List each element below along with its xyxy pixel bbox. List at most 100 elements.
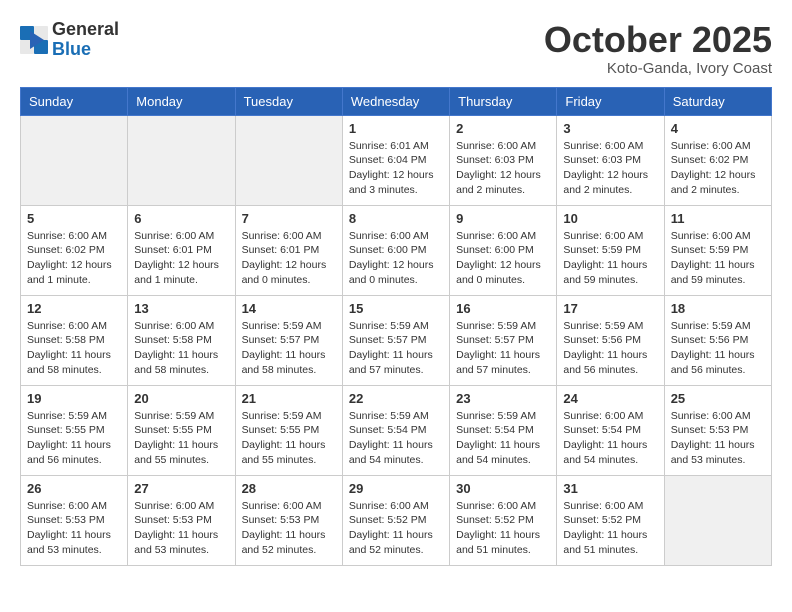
day-number: 28 xyxy=(242,481,336,496)
calendar-cell: 3 Sunrise: 6:00 AM Sunset: 6:03 PM Daylig… xyxy=(557,115,664,205)
month-title: October 2025 xyxy=(544,20,772,60)
calendar-cell: 22 Sunrise: 5:59 AM Sunset: 5:54 PM Dayli… xyxy=(342,385,449,475)
day-info: Sunrise: 6:00 AM Sunset: 5:58 PM Dayligh… xyxy=(27,319,121,378)
calendar-week-1: 1 Sunrise: 6:01 AM Sunset: 6:04 PM Daylig… xyxy=(21,115,772,205)
calendar-cell: 31 Sunrise: 6:00 AM Sunset: 5:52 PM Dayli… xyxy=(557,475,664,565)
calendar-cell xyxy=(21,115,128,205)
calendar-cell: 10 Sunrise: 6:00 AM Sunset: 5:59 PM Dayli… xyxy=(557,205,664,295)
calendar-cell: 29 Sunrise: 6:00 AM Sunset: 5:52 PM Dayli… xyxy=(342,475,449,565)
day-number: 12 xyxy=(27,301,121,316)
day-info: Sunrise: 6:00 AM Sunset: 6:00 PM Dayligh… xyxy=(349,229,443,288)
title-block: October 2025 Koto-Ganda, Ivory Coast xyxy=(544,20,772,77)
calendar-week-2: 5 Sunrise: 6:00 AM Sunset: 6:02 PM Daylig… xyxy=(21,205,772,295)
calendar-cell: 23 Sunrise: 5:59 AM Sunset: 5:54 PM Dayli… xyxy=(450,385,557,475)
day-info: Sunrise: 6:00 AM Sunset: 5:53 PM Dayligh… xyxy=(134,499,228,558)
calendar-cell: 20Sunrise: 5:59 AM Sunset: 5:55 PM Dayli… xyxy=(128,385,235,475)
day-info: Sunrise: 6:00 AM Sunset: 5:52 PM Dayligh… xyxy=(349,499,443,558)
weekday-header-tuesday: Tuesday xyxy=(235,87,342,115)
calendar-cell: 13Sunrise: 6:00 AM Sunset: 5:58 PM Dayli… xyxy=(128,295,235,385)
calendar-cell: 5 Sunrise: 6:00 AM Sunset: 6:02 PM Daylig… xyxy=(21,205,128,295)
day-info: Sunrise: 5:59 AM Sunset: 5:55 PM Dayligh… xyxy=(27,409,121,468)
calendar-cell: 11Sunrise: 6:00 AM Sunset: 5:59 PM Dayli… xyxy=(664,205,771,295)
day-number: 4 xyxy=(671,121,765,136)
day-info: Sunrise: 6:00 AM Sunset: 5:52 PM Dayligh… xyxy=(456,499,550,558)
day-info: Sunrise: 6:00 AM Sunset: 6:02 PM Dayligh… xyxy=(27,229,121,288)
calendar-cell: 6 Sunrise: 6:00 AM Sunset: 6:01 PM Daylig… xyxy=(128,205,235,295)
day-number: 27 xyxy=(134,481,228,496)
day-info: Sunrise: 6:01 AM Sunset: 6:04 PM Dayligh… xyxy=(349,139,443,198)
weekday-header-saturday: Saturday xyxy=(664,87,771,115)
calendar-cell xyxy=(664,475,771,565)
day-number: 30 xyxy=(456,481,550,496)
calendar-week-5: 26 Sunrise: 6:00 AM Sunset: 5:53 PM Dayli… xyxy=(21,475,772,565)
day-info: Sunrise: 5:59 AM Sunset: 5:57 PM Dayligh… xyxy=(242,319,336,378)
day-number: 8 xyxy=(349,211,443,226)
weekday-header-friday: Friday xyxy=(557,87,664,115)
day-number: 25 xyxy=(671,391,765,406)
day-info: Sunrise: 6:00 AM Sunset: 5:53 PM Dayligh… xyxy=(27,499,121,558)
calendar-cell: 25Sunrise: 6:00 AM Sunset: 5:53 PM Dayli… xyxy=(664,385,771,475)
calendar-cell: 7Sunrise: 6:00 AM Sunset: 6:01 PM Daylig… xyxy=(235,205,342,295)
day-number: 26 xyxy=(27,481,121,496)
calendar-cell: 17 Sunrise: 5:59 AM Sunset: 5:56 PM Dayli… xyxy=(557,295,664,385)
day-info: Sunrise: 6:00 AM Sunset: 5:54 PM Dayligh… xyxy=(563,409,657,468)
day-info: Sunrise: 6:00 AM Sunset: 5:52 PM Dayligh… xyxy=(563,499,657,558)
calendar-cell: 16 Sunrise: 5:59 AM Sunset: 5:57 PM Dayli… xyxy=(450,295,557,385)
day-number: 3 xyxy=(563,121,657,136)
day-info: Sunrise: 6:00 AM Sunset: 6:00 PM Dayligh… xyxy=(456,229,550,288)
day-number: 16 xyxy=(456,301,550,316)
day-number: 29 xyxy=(349,481,443,496)
day-info: Sunrise: 6:00 AM Sunset: 6:03 PM Dayligh… xyxy=(456,139,550,198)
day-info: Sunrise: 6:00 AM Sunset: 5:59 PM Dayligh… xyxy=(563,229,657,288)
day-number: 15 xyxy=(349,301,443,316)
weekday-header-sunday: Sunday xyxy=(21,87,128,115)
logo-text: General Blue xyxy=(52,20,119,60)
day-info: Sunrise: 5:59 AM Sunset: 5:56 PM Dayligh… xyxy=(671,319,765,378)
calendar-header-row: SundayMondayTuesdayWednesdayThursdayFrid… xyxy=(21,87,772,115)
day-info: Sunrise: 6:00 AM Sunset: 6:01 PM Dayligh… xyxy=(134,229,228,288)
calendar-cell: 26 Sunrise: 6:00 AM Sunset: 5:53 PM Dayli… xyxy=(21,475,128,565)
calendar-cell xyxy=(235,115,342,205)
day-info: Sunrise: 6:00 AM Sunset: 5:53 PM Dayligh… xyxy=(242,499,336,558)
day-info: Sunrise: 5:59 AM Sunset: 5:54 PM Dayligh… xyxy=(456,409,550,468)
day-number: 14 xyxy=(242,301,336,316)
day-number: 17 xyxy=(563,301,657,316)
calendar-week-4: 19 Sunrise: 5:59 AM Sunset: 5:55 PM Dayli… xyxy=(21,385,772,475)
calendar-cell xyxy=(128,115,235,205)
day-number: 24 xyxy=(563,391,657,406)
weekday-header-wednesday: Wednesday xyxy=(342,87,449,115)
day-number: 10 xyxy=(563,211,657,226)
day-number: 21 xyxy=(242,391,336,406)
page-header: General Blue October 2025 Koto-Ganda, Iv… xyxy=(20,20,772,77)
calendar-cell: 1 Sunrise: 6:01 AM Sunset: 6:04 PM Daylig… xyxy=(342,115,449,205)
day-number: 23 xyxy=(456,391,550,406)
weekday-header-thursday: Thursday xyxy=(450,87,557,115)
day-info: Sunrise: 5:59 AM Sunset: 5:57 PM Dayligh… xyxy=(456,319,550,378)
day-info: Sunrise: 5:59 AM Sunset: 5:55 PM Dayligh… xyxy=(134,409,228,468)
day-info: Sunrise: 5:59 AM Sunset: 5:56 PM Dayligh… xyxy=(563,319,657,378)
day-number: 7 xyxy=(242,211,336,226)
day-number: 1 xyxy=(349,121,443,136)
logo-icon xyxy=(20,26,48,54)
weekday-header-monday: Monday xyxy=(128,87,235,115)
logo-general: General xyxy=(52,20,119,40)
calendar-cell: 8 Sunrise: 6:00 AM Sunset: 6:00 PM Daylig… xyxy=(342,205,449,295)
calendar-cell: 12 Sunrise: 6:00 AM Sunset: 5:58 PM Dayli… xyxy=(21,295,128,385)
day-info: Sunrise: 5:59 AM Sunset: 5:57 PM Dayligh… xyxy=(349,319,443,378)
day-info: Sunrise: 6:00 AM Sunset: 6:03 PM Dayligh… xyxy=(563,139,657,198)
logo: General Blue xyxy=(20,20,119,60)
calendar-cell: 2Sunrise: 6:00 AM Sunset: 6:03 PM Daylig… xyxy=(450,115,557,205)
day-number: 18 xyxy=(671,301,765,316)
calendar-cell: 21Sunrise: 5:59 AM Sunset: 5:55 PM Dayli… xyxy=(235,385,342,475)
day-number: 19 xyxy=(27,391,121,406)
calendar-cell: 27 Sunrise: 6:00 AM Sunset: 5:53 PM Dayli… xyxy=(128,475,235,565)
day-info: Sunrise: 6:00 AM Sunset: 5:58 PM Dayligh… xyxy=(134,319,228,378)
day-number: 22 xyxy=(349,391,443,406)
day-number: 6 xyxy=(134,211,228,226)
day-number: 11 xyxy=(671,211,765,226)
calendar-cell: 4Sunrise: 6:00 AM Sunset: 6:02 PM Daylig… xyxy=(664,115,771,205)
calendar-cell: 18 Sunrise: 5:59 AM Sunset: 5:56 PM Dayli… xyxy=(664,295,771,385)
day-info: Sunrise: 5:59 AM Sunset: 5:54 PM Dayligh… xyxy=(349,409,443,468)
day-number: 5 xyxy=(27,211,121,226)
day-number: 31 xyxy=(563,481,657,496)
